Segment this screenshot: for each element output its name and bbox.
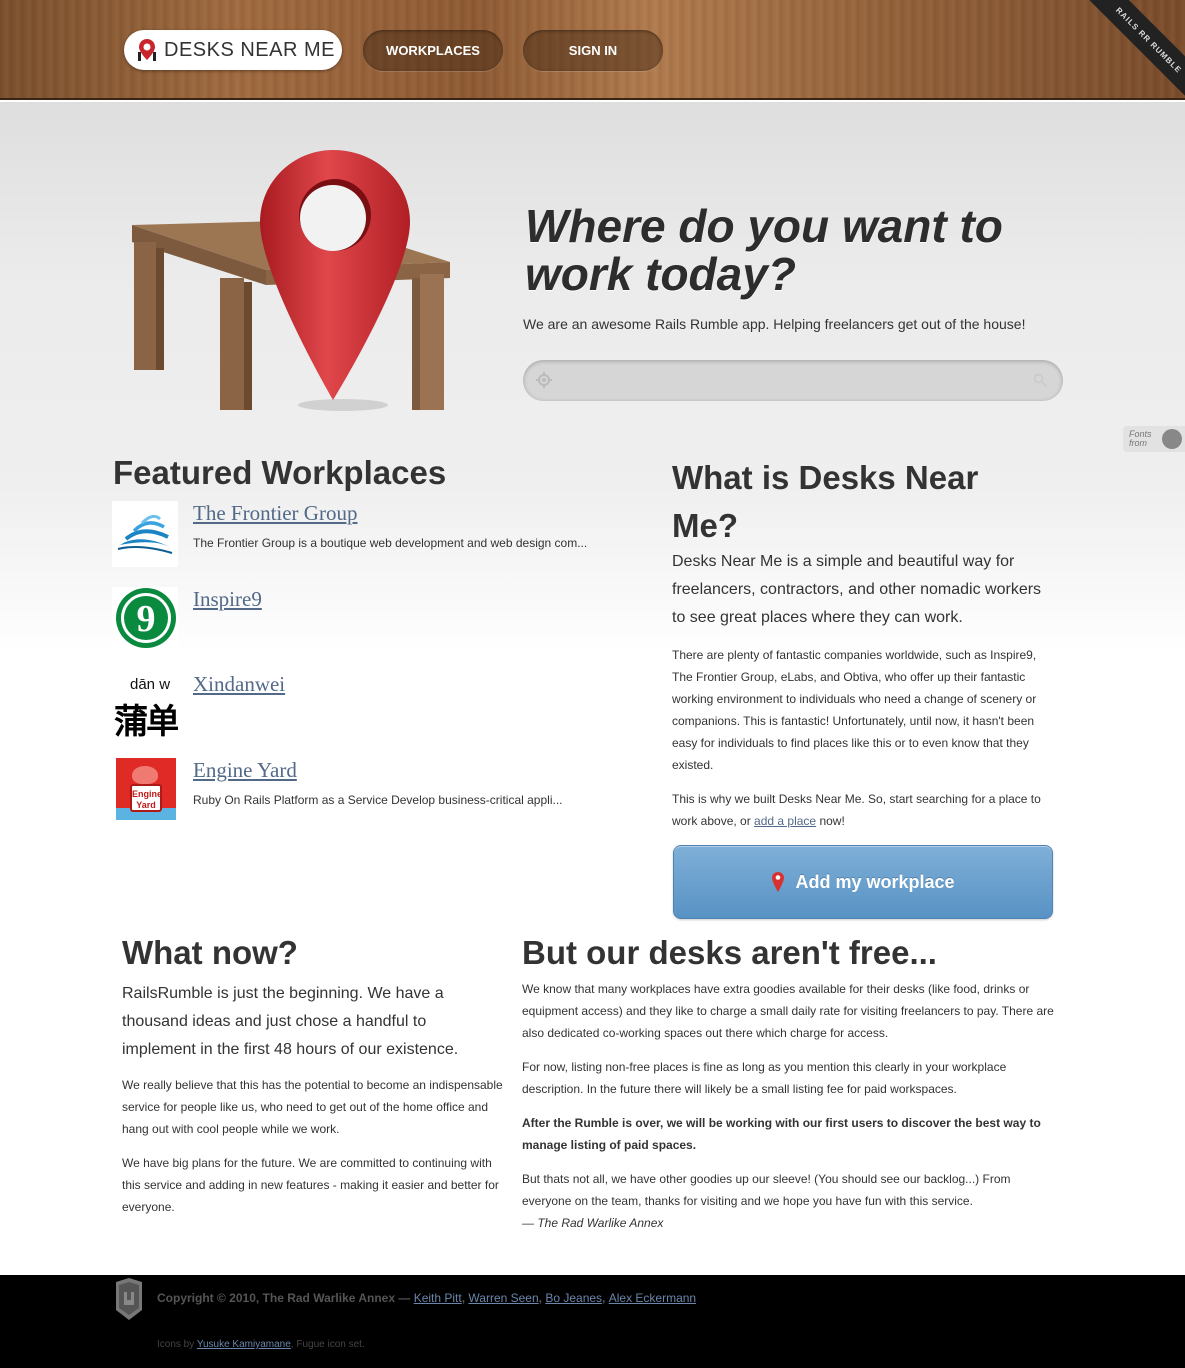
search-icon[interactable] bbox=[1033, 373, 1047, 392]
inspire9-logo[interactable]: 9 bbox=[112, 587, 178, 653]
icons-author-link[interactable]: Yusuke Kamiyamane bbox=[197, 1339, 291, 1350]
xindanwei-logo[interactable]: dān w 蒲单 bbox=[112, 672, 178, 738]
map-pin-icon bbox=[771, 871, 785, 893]
add-my-workplace-button[interactable]: Add my workplace bbox=[673, 845, 1053, 919]
site-footer: Copyright © 2010, The Rad Warlike Annex … bbox=[0, 1275, 1185, 1368]
search-bar[interactable] bbox=[523, 360, 1063, 401]
workplace-description: Ruby On Rails Platform as a Service Deve… bbox=[193, 793, 563, 807]
logo-text: DESKS NEAR ME bbox=[164, 38, 335, 61]
site-header: DESKS NEAR ME WORKPLACES SIGN IN RAILS R… bbox=[0, 0, 1185, 100]
workplace-item: 9 Inspire9 bbox=[112, 587, 612, 657]
xindanwei-pinyin: dān w bbox=[130, 676, 171, 693]
engine-yard-logo-line1: Engine bbox=[132, 789, 163, 799]
fonts-from-line2: from bbox=[1129, 438, 1147, 448]
workplace-item: The Frontier Group The Frontier Group is… bbox=[112, 501, 612, 571]
nav-sign-in-button[interactable]: SIGN IN bbox=[523, 30, 663, 71]
locate-icon[interactable] bbox=[536, 372, 552, 393]
what-now-paragraph: We have big plans for the future. We are… bbox=[122, 1156, 499, 1214]
workplace-name-link[interactable]: The Frontier Group bbox=[193, 501, 357, 526]
copyright-text: Copyright © 2010, The Rad Warlike Annex … bbox=[157, 1291, 414, 1305]
icons-credit-suffix: , Fugue icon set. bbox=[290, 1339, 365, 1350]
workplace-item: Engine Yard Engine Yard Ruby On Rails Pl… bbox=[112, 758, 612, 828]
about-paragraph-cta: This is why we built Desks Near Me. So, … bbox=[672, 788, 1050, 832]
author-link[interactable]: Bo Jeanes bbox=[545, 1291, 602, 1305]
rails-rumble-ribbon[interactable]: RAILS RR RUMBLE bbox=[1089, 0, 1185, 98]
not-free-paragraph-bold: After the Rumble is over, we will be wor… bbox=[522, 1116, 1041, 1152]
not-free-title: But our desks aren't free... bbox=[522, 934, 937, 971]
not-free-paragraph: We know that many workplaces have extra … bbox=[522, 982, 1054, 1040]
workplace-name-link[interactable]: Xindanwei bbox=[193, 672, 285, 697]
engine-yard-logo[interactable]: Engine Yard bbox=[116, 758, 176, 820]
map-pin-logo-icon bbox=[136, 38, 158, 62]
workplace-item: dān w 蒲单 Xindanwei bbox=[112, 672, 612, 742]
logo[interactable]: DESKS NEAR ME bbox=[124, 30, 342, 70]
about-paragraph: There are plenty of fantastic companies … bbox=[672, 648, 1037, 772]
workplace-description: The Frontier Group is a boutique web dev… bbox=[193, 536, 588, 550]
typekit-icon bbox=[1162, 429, 1182, 449]
about-cta-text: This is why we built Desks Near Me. So, … bbox=[672, 792, 1041, 828]
icons-credit-prefix: Icons by bbox=[157, 1339, 197, 1350]
not-free-paragraph: But thats not all, we have other goodies… bbox=[522, 1172, 1011, 1208]
workplace-name-link[interactable]: Inspire9 bbox=[193, 587, 262, 612]
engine-yard-logo-line2: Yard bbox=[136, 800, 156, 810]
what-now-title: What now? bbox=[122, 934, 298, 971]
about-lead: Desks Near Me is a simple and beautiful … bbox=[672, 553, 1042, 626]
shield-icon bbox=[114, 1278, 144, 1325]
what-now-lead: RailsRumble is just the beginning. We ha… bbox=[122, 985, 459, 1058]
featured-title: Featured Workplaces bbox=[113, 454, 447, 491]
not-free-paragraph: For now, listing non-free places is fine… bbox=[522, 1060, 1007, 1096]
add-a-place-link[interactable]: add a place bbox=[754, 814, 816, 828]
hero-subtitle: We are an awesome Rails Rumble app. Help… bbox=[523, 316, 1026, 332]
xindanwei-chars: 蒲单 bbox=[114, 703, 178, 738]
desk-with-pin-illustration bbox=[128, 150, 458, 420]
hero-title: Where do you want to work today? bbox=[525, 200, 1003, 300]
icons-credit: Icons by Yusuke Kamiyamane, Fugue icon s… bbox=[157, 1339, 365, 1350]
inspire9-logo-text: 9 bbox=[137, 598, 156, 640]
frontier-group-logo[interactable] bbox=[112, 501, 178, 567]
workplace-name-link[interactable]: Engine Yard bbox=[193, 758, 297, 783]
author-link[interactable]: Keith Pitt bbox=[414, 1291, 462, 1305]
copyright: Copyright © 2010, The Rad Warlike Annex … bbox=[157, 1291, 697, 1305]
author-link[interactable]: Alex Eckermann bbox=[609, 1291, 696, 1305]
about-cta-text-end: now! bbox=[816, 814, 845, 828]
what-now-paragraph: We really believe that this has the pote… bbox=[122, 1078, 503, 1136]
search-input[interactable] bbox=[559, 368, 1029, 393]
signature: — The Rad Warlike Annex bbox=[522, 1216, 664, 1230]
nav-workplaces-button[interactable]: WORKPLACES bbox=[363, 30, 503, 71]
author-link[interactable]: Warren Seen bbox=[468, 1291, 538, 1305]
add-my-workplace-label: Add my workplace bbox=[795, 871, 955, 892]
fonts-from-badge[interactable]: Fonts from bbox=[1123, 426, 1185, 452]
about-title: What is Desks Near Me? bbox=[672, 459, 979, 544]
